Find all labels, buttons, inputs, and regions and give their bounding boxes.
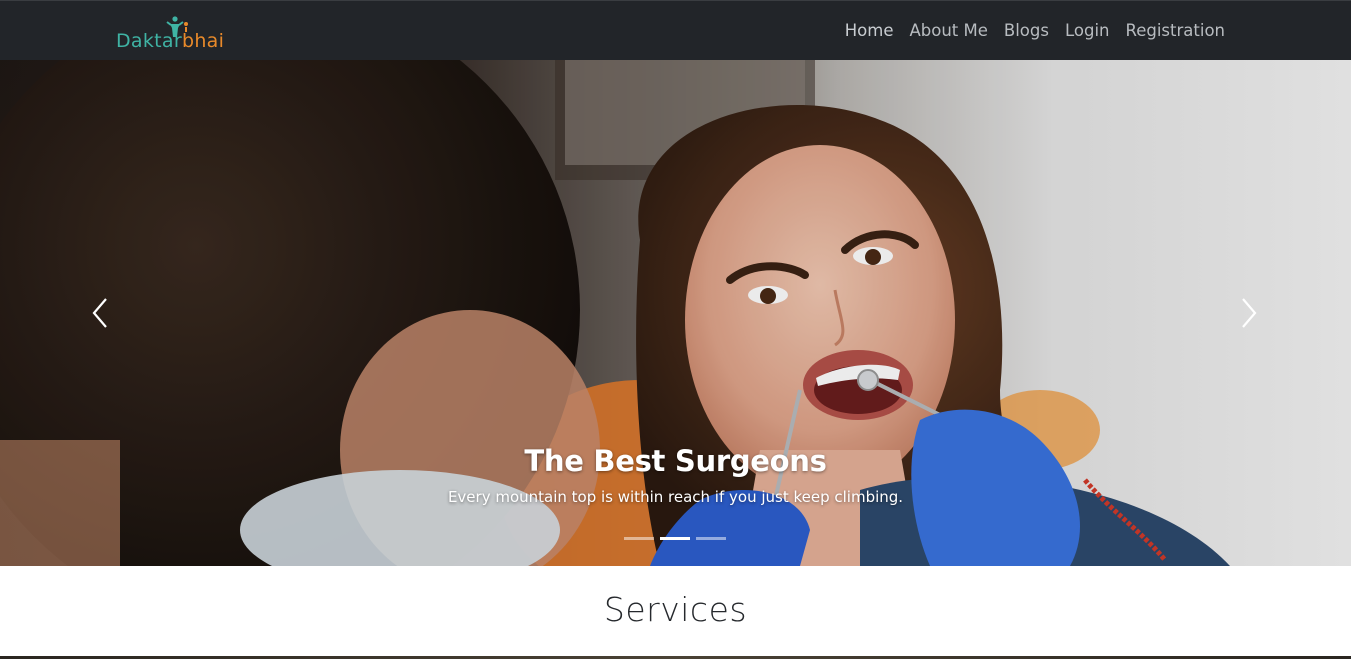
navbar: Daktarbhai Home About Me Blogs Login Reg… [0,0,1351,60]
nav-about-link[interactable]: About Me [909,21,987,40]
main-nav: Home About Me Blogs Login Registration [845,21,1225,40]
nav-login-link[interactable]: Login [1065,21,1110,40]
carousel-caption-title: The Best Surgeons [524,444,827,478]
carousel-caption-text: Every mountain top is within reach if yo… [447,488,904,506]
nav-registration-link[interactable]: Registration [1126,21,1226,40]
nav-home-link[interactable]: Home [845,21,894,40]
carousel-indicators [624,537,726,540]
chevron-left-icon [92,298,107,328]
carousel-indicator-2[interactable] [660,537,690,540]
carousel-prev-button[interactable] [86,296,116,330]
carousel-indicator-3[interactable] [696,537,726,540]
brand-logo[interactable]: Daktarbhai [116,15,226,52]
brand-name: Daktarbhai [116,30,224,52]
brand-name-part2: bhai [181,30,225,52]
nav-blogs-link[interactable]: Blogs [1004,21,1049,40]
services-heading: Services [603,590,748,629]
carousel-indicator-1[interactable] [624,537,654,540]
hero-carousel: The Best Surgeons Every mountain top is … [0,60,1351,566]
brand-name-part1: Daktar [116,30,182,52]
chevron-right-icon [1242,298,1257,328]
carousel-next-button[interactable] [1233,296,1263,330]
